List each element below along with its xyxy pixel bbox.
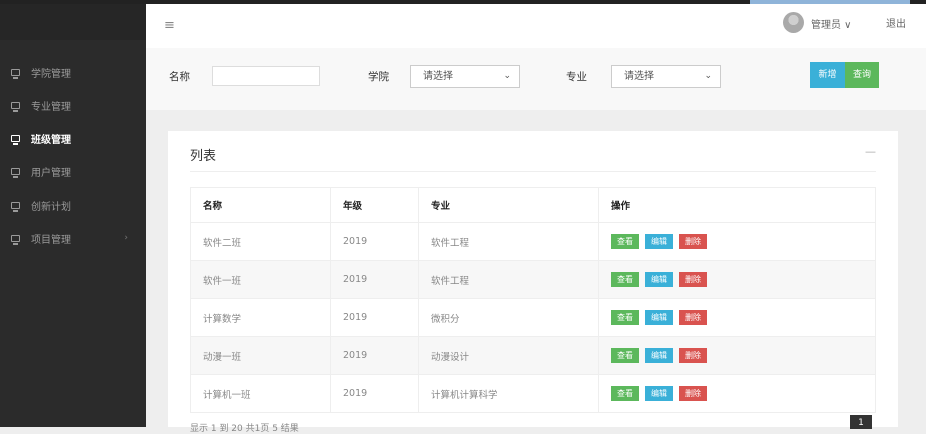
cell-actions: 查看 编辑 删除 xyxy=(598,336,876,375)
monitor-icon xyxy=(11,167,20,178)
sidebar-item-college[interactable]: 学院管理 xyxy=(0,57,146,87)
sidebar-item-label: 专业管理 xyxy=(31,101,71,113)
major-select[interactable]: 请选择 ⌄ xyxy=(611,65,721,88)
header: ≡ 管理员 ∨ 退出 xyxy=(146,4,926,48)
edit-button[interactable]: 编辑 xyxy=(645,272,673,287)
name-label: 名称 xyxy=(169,71,190,83)
view-button[interactable]: 查看 xyxy=(611,234,639,249)
sidebar-item-label: 用户管理 xyxy=(31,167,71,179)
column-header-major: 专业 xyxy=(418,187,599,223)
view-button[interactable]: 查看 xyxy=(611,310,639,325)
logout-link[interactable]: 退出 xyxy=(886,15,906,30)
list-panel: 列表 — 名称 年级 专业 操作 软件二班 2019 软件工程 查看 编辑 删除 软… xyxy=(168,131,898,434)
sidebar-item-project[interactable]: 项目管理 › xyxy=(0,223,146,253)
cell-major: 软件工程 xyxy=(418,222,599,261)
view-button[interactable]: 查看 xyxy=(611,386,639,401)
college-select[interactable]: 请选择 ⌄ xyxy=(410,65,520,88)
cell-major: 软件工程 xyxy=(418,260,599,299)
chevron-down-icon: ⌄ xyxy=(704,71,712,81)
sidebar-item-innovation[interactable]: 创新计划 xyxy=(0,190,146,220)
divider xyxy=(190,171,876,172)
cell-grade: 2019 xyxy=(330,336,419,375)
major-select-value: 请选择 xyxy=(624,71,654,82)
sidebar-item-major[interactable]: 专业管理 xyxy=(0,90,146,120)
chevron-right-icon: › xyxy=(124,233,128,243)
edit-button[interactable]: 编辑 xyxy=(645,386,673,401)
sidebar-item-label: 学院管理 xyxy=(31,68,71,80)
column-header-actions: 操作 xyxy=(598,187,876,223)
collapse-icon[interactable]: — xyxy=(865,145,876,158)
avatar[interactable] xyxy=(783,12,804,33)
sidebar: 学院管理 专业管理 班级管理 用户管理 创新计划 项目管理 › xyxy=(0,4,146,427)
delete-button[interactable]: 删除 xyxy=(679,386,707,401)
admin-menu[interactable]: 管理员 ∨ xyxy=(811,16,852,31)
college-select-value: 请选择 xyxy=(423,71,453,82)
delete-button[interactable]: 删除 xyxy=(679,310,707,325)
delete-button[interactable]: 删除 xyxy=(679,272,707,287)
cell-name: 软件一班 xyxy=(190,260,331,299)
cell-name: 软件二班 xyxy=(190,222,331,261)
delete-button[interactable]: 删除 xyxy=(679,234,707,249)
cell-major: 微积分 xyxy=(418,298,599,337)
monitor-icon xyxy=(11,234,20,245)
menu-icon[interactable]: ≡ xyxy=(164,18,175,33)
edit-button[interactable]: 编辑 xyxy=(645,348,673,363)
edit-button[interactable]: 编辑 xyxy=(645,234,673,249)
query-button[interactable]: 查询 xyxy=(845,62,879,88)
cell-grade: 2019 xyxy=(330,298,419,337)
view-button[interactable]: 查看 xyxy=(611,272,639,287)
class-table: 名称 年级 专业 操作 软件二班 2019 软件工程 查看 编辑 删除 软件一班 2… xyxy=(190,187,876,413)
cell-major: 动漫设计 xyxy=(418,336,599,375)
table-row: 计算数学 2019 微积分 查看 编辑 删除 xyxy=(190,298,876,337)
column-header-name: 名称 xyxy=(190,187,331,223)
sidebar-item-label: 创新计划 xyxy=(31,201,71,213)
cell-actions: 查看 编辑 删除 xyxy=(598,298,876,337)
cell-actions: 查看 编辑 删除 xyxy=(598,374,876,413)
sidebar-item-class[interactable]: 班级管理 xyxy=(0,123,146,153)
cell-grade: 2019 xyxy=(330,222,419,261)
view-button[interactable]: 查看 xyxy=(611,348,639,363)
sidebar-item-user[interactable]: 用户管理 xyxy=(0,156,146,186)
table-row: 计算机一班 2019 计算机计算科学 查看 编辑 删除 xyxy=(190,374,876,413)
monitor-icon xyxy=(11,134,20,145)
table-row: 软件一班 2019 软件工程 查看 编辑 删除 xyxy=(190,260,876,299)
edit-button[interactable]: 编辑 xyxy=(645,310,673,325)
college-label: 学院 xyxy=(368,71,389,83)
column-header-grade: 年级 xyxy=(330,187,419,223)
delete-button[interactable]: 删除 xyxy=(679,348,707,363)
name-input[interactable] xyxy=(212,66,320,86)
monitor-icon xyxy=(11,68,20,79)
cell-actions: 查看 编辑 删除 xyxy=(598,260,876,299)
pagination-info: 显示 1 到 20 共1页 5 结果 xyxy=(190,424,299,434)
add-button[interactable]: 新增 xyxy=(810,62,845,88)
sidebar-item-label: 班级管理 xyxy=(31,134,71,146)
chevron-down-icon: ⌄ xyxy=(503,71,511,81)
major-label: 专业 xyxy=(566,71,587,83)
cell-name: 计算数学 xyxy=(190,298,331,337)
table-row: 动漫一班 2019 动漫设计 查看 编辑 删除 xyxy=(190,336,876,375)
panel-title: 列表 xyxy=(190,149,217,164)
table-header-row: 名称 年级 专业 操作 xyxy=(190,187,876,223)
cell-actions: 查看 编辑 删除 xyxy=(598,222,876,261)
search-bar: 名称 学院 请选择 ⌄ 专业 请选择 ⌄ 新增 查询 xyxy=(146,48,926,110)
table-row: 软件二班 2019 软件工程 查看 编辑 删除 xyxy=(190,222,876,261)
cell-grade: 2019 xyxy=(330,374,419,413)
cell-name: 计算机一班 xyxy=(190,374,331,413)
sidebar-item-label: 项目管理 xyxy=(31,234,71,246)
sidebar-header xyxy=(0,4,146,40)
monitor-icon xyxy=(11,201,20,212)
cell-major: 计算机计算科学 xyxy=(418,374,599,413)
cell-name: 动漫一班 xyxy=(190,336,331,375)
cell-grade: 2019 xyxy=(330,260,419,299)
monitor-icon xyxy=(11,101,20,112)
